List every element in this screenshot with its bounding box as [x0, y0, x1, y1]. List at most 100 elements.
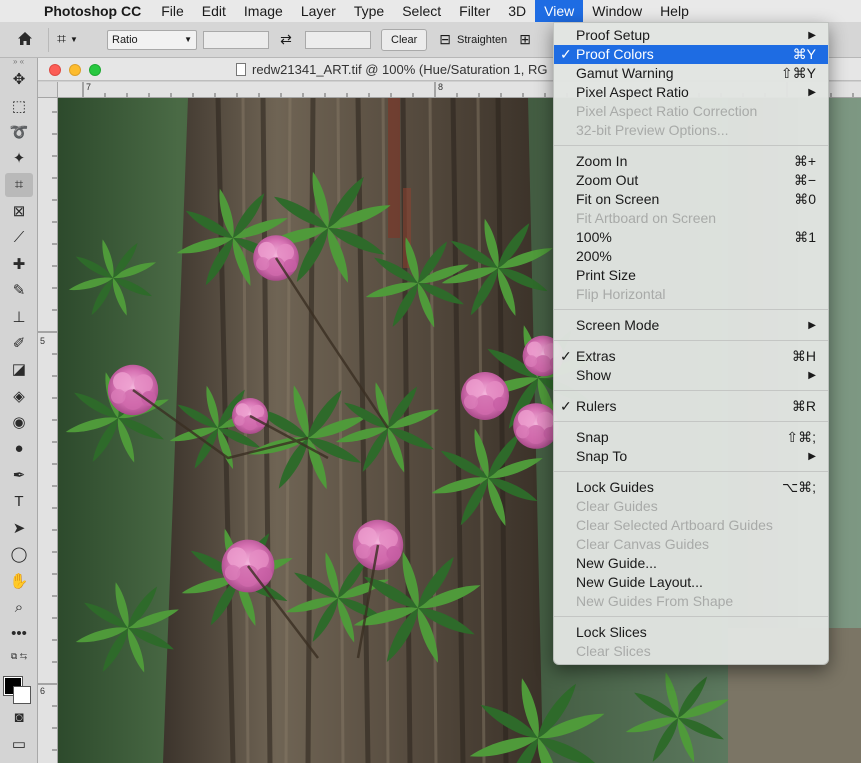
- type-tool-icon[interactable]: T: [0, 488, 38, 514]
- pen-tool-icon[interactable]: ✒: [0, 462, 38, 488]
- menu-select[interactable]: Select: [393, 0, 450, 22]
- lasso-tool-icon[interactable]: ➰: [0, 119, 38, 145]
- menu-item-zoom-out[interactable]: Zoom Out ⌘−: [554, 171, 828, 190]
- menu-separator: [554, 390, 828, 391]
- submenu-arrow-icon: ▶: [808, 30, 816, 41]
- menu-item-100[interactable]: 100% ⌘1: [554, 228, 828, 247]
- eyedropper-tool-icon[interactable]: ⟋: [0, 224, 38, 250]
- zoom-tool-icon[interactable]: ⌕: [0, 594, 38, 620]
- menu-item-rulers[interactable]: ✓ Rulers ⌘R: [554, 397, 828, 416]
- minimize-window-button[interactable]: [69, 64, 81, 76]
- document-title: redw21341_ART.tif @ 100% (Hue/Saturation…: [236, 62, 548, 77]
- menu-item-pixel-aspect-ratio[interactable]: Pixel Aspect Ratio ▶: [554, 83, 828, 102]
- menu-file[interactable]: File: [152, 0, 193, 22]
- menu-item-lock-slices[interactable]: Lock Slices: [554, 623, 828, 642]
- menu-item-print-size[interactable]: Print Size: [554, 266, 828, 285]
- menu-item-new-guide[interactable]: New Guide...: [554, 554, 828, 573]
- width-field[interactable]: [203, 30, 269, 49]
- menu-item-proof-colors[interactable]: ✓ Proof Colors ⌘Y: [554, 45, 828, 64]
- zoom-window-button[interactable]: [89, 64, 101, 76]
- menu-window[interactable]: Window: [583, 0, 651, 22]
- menu-type[interactable]: Type: [345, 0, 393, 22]
- history-brush-tool-icon[interactable]: ✐: [0, 330, 38, 356]
- ruler-origin[interactable]: [38, 82, 58, 98]
- menu-item-label: 100%: [576, 229, 612, 245]
- menu-app-name[interactable]: Photoshop CC: [40, 0, 152, 22]
- healing-brush-tool-icon[interactable]: ✚: [0, 251, 38, 277]
- menu-item-label: Proof Colors: [576, 46, 654, 62]
- blur-tool-icon[interactable]: ◉: [0, 409, 38, 435]
- frame-tool-icon[interactable]: ⊠: [0, 198, 38, 224]
- menu-item-label: Print Size: [576, 267, 636, 283]
- menu-3d[interactable]: 3D: [499, 0, 535, 22]
- menu-item-snap[interactable]: Snap ⇧⌘;: [554, 428, 828, 447]
- home-icon[interactable]: [10, 31, 40, 49]
- menu-item-clear-slices: Clear Slices: [554, 642, 828, 661]
- menu-item-lock-guides[interactable]: Lock Guides ⌥⌘;: [554, 478, 828, 497]
- crop-tool-icon[interactable]: ⌗: [0, 172, 38, 198]
- menu-view[interactable]: View: [535, 0, 584, 22]
- menu-item-new-guide-layout[interactable]: New Guide Layout...: [554, 573, 828, 592]
- menu-image[interactable]: Image: [235, 0, 292, 22]
- clear-button[interactable]: Clear: [381, 28, 428, 51]
- background-color-swatch[interactable]: [13, 685, 31, 704]
- menu-layer[interactable]: Layer: [292, 0, 345, 22]
- quick-mask-icon[interactable]: ◙: [0, 705, 38, 731]
- menu-item-gamut-warning[interactable]: Gamut Warning ⇧⌘Y: [554, 64, 828, 83]
- menu-separator: [554, 145, 828, 146]
- hand-tool-icon[interactable]: ✋: [0, 567, 38, 593]
- clone-stamp-tool-icon[interactable]: ⊥: [0, 304, 38, 330]
- menu-item-shortcut: ⇧⌘;: [786, 429, 816, 445]
- menu-item-label: Clear Slices: [576, 643, 651, 659]
- crop-preset-picker[interactable]: ⌗ ▼: [57, 31, 99, 49]
- menu-item-label: New Guide...: [576, 555, 657, 571]
- tool-glyph: ⬚: [11, 97, 27, 115]
- paint-bucket-tool-icon[interactable]: ◈: [0, 383, 38, 409]
- menu-item-shortcut: ⌘R: [791, 398, 816, 414]
- menu-filter[interactable]: Filter: [450, 0, 499, 22]
- tool-glyph: ➤: [12, 519, 26, 537]
- menu-item-shortcut: ⌘1: [794, 229, 816, 245]
- menu-item-shortcut: ⌥⌘;: [781, 479, 816, 495]
- menu-item-label: Extras: [576, 348, 616, 364]
- menu-help[interactable]: Help: [651, 0, 698, 22]
- dodge-tool-icon[interactable]: ●: [0, 435, 38, 461]
- menu-item-zoom-in[interactable]: Zoom In ⌘+: [554, 152, 828, 171]
- menu-item-proof-setup[interactable]: Proof Setup ▶: [554, 26, 828, 45]
- eraser-tool-icon[interactable]: ◪: [0, 356, 38, 382]
- ratio-select[interactable]: Ratio ▼: [107, 29, 197, 50]
- menu-item-snap-to[interactable]: Snap To ▶: [554, 447, 828, 466]
- magic-wand-tool-icon[interactable]: ✦: [0, 145, 38, 171]
- tool-glyph: T: [14, 492, 24, 510]
- menu-item-fit-on-screen[interactable]: Fit on Screen ⌘0: [554, 190, 828, 209]
- move-tool-icon[interactable]: ✥: [0, 66, 38, 92]
- menu-item-32-bit-preview-options: 32-bit Preview Options...: [554, 121, 828, 140]
- tool-glyph: ⌕: [14, 598, 24, 616]
- straighten-button[interactable]: ⊟ Straighten: [439, 31, 507, 48]
- chevron-down-icon: ▼: [184, 35, 192, 44]
- swap-icon[interactable]: ⇄: [273, 31, 299, 48]
- marquee-tool-icon[interactable]: ⬚: [0, 92, 38, 118]
- close-window-button[interactable]: [49, 64, 61, 76]
- menu-edit[interactable]: Edit: [193, 0, 235, 22]
- brush-tool-icon[interactable]: ✎: [0, 277, 38, 303]
- mores-tool-icon[interactable]: •••: [0, 620, 38, 646]
- edit-toolbar-icon[interactable]: ⧉ ⇆: [0, 647, 38, 667]
- menu-item-extras[interactable]: ✓ Extras ⌘H: [554, 347, 828, 366]
- overlay-grid-icon[interactable]: ⊞: [519, 31, 531, 48]
- tool-glyph: ⌗: [5, 172, 33, 197]
- tool-glyph: ✦: [12, 150, 26, 168]
- menu-item-show[interactable]: Show ▶: [554, 366, 828, 385]
- menu-item-200[interactable]: 200%: [554, 247, 828, 266]
- menu-item-shortcut: ⌘Y: [792, 46, 816, 62]
- vertical-ruler[interactable]: 5 6: [38, 82, 58, 763]
- menu-item-label: Pixel Aspect Ratio: [576, 84, 689, 100]
- screen-mode-icon[interactable]: ▭: [0, 731, 38, 757]
- panel-grip[interactable]: » «: [0, 58, 37, 66]
- path-selection-tool-icon[interactable]: ➤: [0, 515, 38, 541]
- menu-item-screen-mode[interactable]: Screen Mode ▶: [554, 316, 828, 335]
- ellipse-tool-icon[interactable]: ◯: [0, 541, 38, 567]
- menu-item-label: Lock Guides: [576, 479, 654, 495]
- height-field[interactable]: [305, 30, 371, 49]
- menu-item-label: Fit Artboard on Screen: [576, 210, 717, 226]
